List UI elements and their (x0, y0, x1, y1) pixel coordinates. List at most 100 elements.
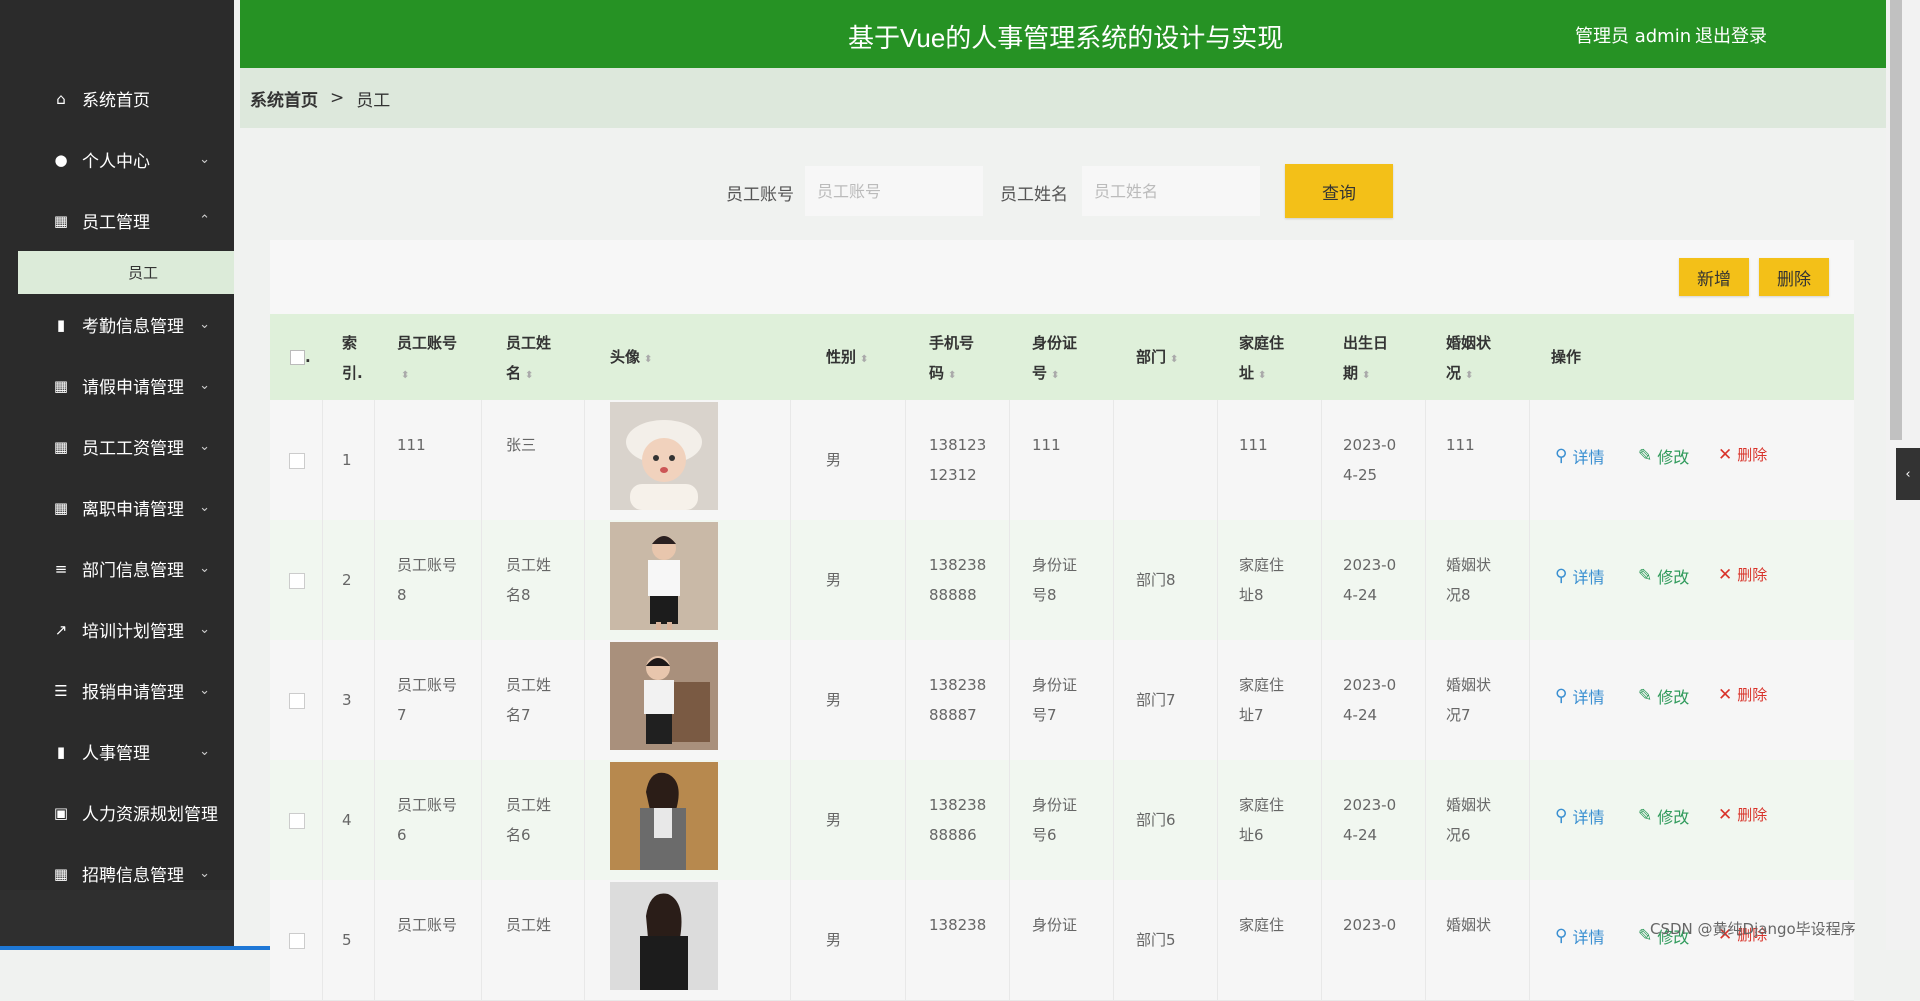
sort-icon[interactable]: ⬍ (1362, 370, 1370, 381)
column-divider (481, 400, 482, 520)
sidebar-item-label: 考勤信息管理 (82, 317, 184, 337)
header-marital[interactable]: 婚姻状况 ⬍ (1446, 328, 1491, 391)
sidebar-item-8[interactable]: ↗ 培训计划管理 ⌄ (0, 599, 234, 660)
cell-account: 111 (397, 436, 426, 454)
cell-name: 员工姓 名6 (506, 796, 552, 844)
column-divider (1217, 520, 1218, 640)
sidebar-item-0[interactable]: ⌂ 系统首页 (0, 68, 234, 129)
breadcrumb-home[interactable]: 系统首页 (250, 86, 318, 111)
detail-button[interactable]: ⚲ 详情 (1555, 564, 1604, 588)
edit-button[interactable]: ✎ 修改 (1638, 564, 1689, 588)
sort-icon[interactable]: ⬍ (644, 354, 652, 365)
name-search-input[interactable] (1082, 166, 1260, 216)
sidebar-item-5[interactable]: ▦ 员工工资管理 ⌄ (0, 416, 234, 477)
column-divider (1113, 880, 1114, 1000)
select-all-checkbox[interactable]: . (290, 342, 311, 372)
line-chart-icon: ↗ (54, 620, 68, 639)
column-divider (584, 400, 585, 520)
header-dept[interactable]: 部门 ⬍ (1136, 342, 1178, 375)
cell-gender: 男 (826, 811, 842, 829)
column-divider (905, 760, 906, 880)
sidebar-item-9[interactable]: ☰ 报销申请管理 ⌄ (0, 660, 234, 721)
cell-gender: 男 (826, 691, 842, 709)
header-name[interactable]: 员工姓名 ⬍ (506, 328, 551, 391)
table-row: 4 员工账号 6 员工姓 名6 男 138238 88886 身份证 号6 部门6 家庭住 址6 2023… (270, 760, 1854, 881)
sidebar-item-10[interactable]: ▮ 人事管理 ⌄ (0, 721, 234, 782)
delete-button[interactable]: 删除 (1759, 258, 1829, 296)
cell-phone: 138238 88886 (929, 796, 987, 844)
detail-button[interactable]: ⚲ 详情 (1555, 804, 1604, 828)
cell-marital: 婚姻状 况8 (1446, 556, 1492, 604)
sort-icon[interactable]: ⬍ (948, 370, 956, 381)
delete-row-button[interactable]: ✕ 删除 (1718, 804, 1767, 825)
row-checkbox[interactable] (289, 693, 305, 709)
edit-button[interactable]: ✎ 修改 (1638, 684, 1689, 708)
chevron-icon: ⌄ (199, 439, 210, 454)
close-icon: ✕ (1718, 564, 1733, 585)
detail-button[interactable]: ⚲ 详情 (1555, 684, 1604, 708)
logout-link[interactable]: 退出登录 (1695, 22, 1767, 48)
sort-icon[interactable]: ⬍ (1258, 370, 1266, 381)
header-gender[interactable]: 性别 ⬍ (826, 342, 868, 375)
sidebar-item-7[interactable]: ≡ 部门信息管理 ⌄ (0, 538, 234, 599)
sidebar-item-2[interactable]: ▦ 员工管理 ⌃ (0, 190, 234, 251)
sidebar-item-11[interactable]: ▣ 人力资源规划管理 (0, 782, 234, 843)
sidebar-footer (0, 890, 234, 950)
column-divider (1009, 400, 1010, 520)
detail-button[interactable]: ⚲ 详情 (1555, 444, 1604, 468)
cell-name: 员工姓 名7 (506, 676, 552, 724)
row-checkbox[interactable] (289, 453, 305, 469)
grid-icon: ▦ (53, 864, 69, 883)
sort-icon[interactable]: ⬍ (401, 370, 409, 381)
cell-phone: 138238 (929, 916, 987, 934)
employee-avatar (610, 762, 718, 870)
cell-index: 4 (342, 811, 352, 829)
header-avatar[interactable]: 头像 ⬍ (610, 342, 652, 375)
table-row: 3 员工账号 7 员工姓 名7 男 138238 88887 身份证 号7 部门7 家庭住 址7 2023… (270, 640, 1854, 761)
row-checkbox[interactable] (289, 933, 305, 949)
column-divider (905, 640, 906, 760)
row-checkbox[interactable] (289, 813, 305, 829)
column-divider (1009, 880, 1010, 1000)
sort-icon[interactable]: ⬍ (860, 354, 868, 365)
delete-row-button[interactable]: ✕ 删除 (1718, 444, 1767, 465)
cell-account: 员工账号 (397, 916, 458, 934)
add-button[interactable]: 新增 (1679, 258, 1749, 296)
cell-idcard: 身份证 号6 (1032, 796, 1078, 844)
sort-icon[interactable]: ⬍ (1051, 370, 1059, 381)
header-idcard[interactable]: 身份证号 ⬍ (1032, 328, 1077, 391)
header-birth[interactable]: 出生日期 ⬍ (1343, 328, 1388, 391)
sort-icon[interactable]: ⬍ (1465, 370, 1473, 381)
delete-row-button[interactable]: ✕ 删除 (1718, 684, 1767, 705)
sidebar-item-3[interactable]: ▮ 考勤信息管理 ⌄ (0, 294, 234, 355)
table-header: . 索引. 员工账号 ⬍ 员工姓名 ⬍ 头像 ⬍ 性别 ⬍ 手机号码 ⬍ 身份证号 ⬍ 部门… (270, 314, 1854, 400)
header-phone[interactable]: 手机号码 ⬍ (929, 328, 974, 391)
cell-birth: 2023-0 4-24 (1343, 556, 1397, 604)
sidebar: ⌂ 系统首页 ● 个人中心 ⌄ ▦ 员工管理 ⌃ 员工 ▮ 考勤信息管理 ⌄ ▦ 请假申请管理 ⌄ ▦ 员工工资… (0, 0, 480, 950)
collapse-panel-icon[interactable]: ‹ (1896, 448, 1920, 500)
account-search-input[interactable] (805, 166, 983, 216)
column-divider (1529, 880, 1530, 1000)
sidebar-item-4[interactable]: ▦ 请假申请管理 ⌄ (0, 355, 234, 416)
delete-row-button[interactable]: ✕ 删除 (1718, 564, 1767, 585)
header-account[interactable]: 员工账号 ⬍ (397, 328, 457, 391)
scrollbar-thumb[interactable] (1890, 0, 1902, 440)
sort-icon[interactable]: ⬍ (525, 370, 533, 381)
column-divider (322, 400, 323, 520)
page-scrollbar[interactable]: ‹ (1886, 0, 1920, 950)
cell-marital: 婚姻状 (1446, 916, 1492, 934)
chevron-icon: ⌄ (199, 866, 210, 881)
sidebar-item-1[interactable]: ● 个人中心 ⌄ (0, 129, 234, 190)
sidebar-subitem-employee[interactable]: 员工 (18, 251, 234, 294)
cell-marital: 111 (1446, 436, 1475, 454)
table-row: 2 员工账号 8 员工姓 名8 男 138238 88888 身份证 号8 部门8 家庭住 址8 2023… (270, 520, 1854, 641)
sidebar-item-6[interactable]: ▦ 离职申请管理 ⌄ (0, 477, 234, 538)
sidebar-item-label: 培训计划管理 (82, 622, 184, 642)
detail-button[interactable]: ⚲ 详情 (1555, 924, 1604, 948)
query-button[interactable]: 查询 (1285, 164, 1393, 218)
header-address[interactable]: 家庭住址 ⬍ (1239, 328, 1284, 391)
edit-button[interactable]: ✎ 修改 (1638, 444, 1689, 468)
edit-button[interactable]: ✎ 修改 (1638, 804, 1689, 828)
row-checkbox[interactable] (289, 573, 305, 589)
sort-icon[interactable]: ⬍ (1170, 354, 1178, 365)
